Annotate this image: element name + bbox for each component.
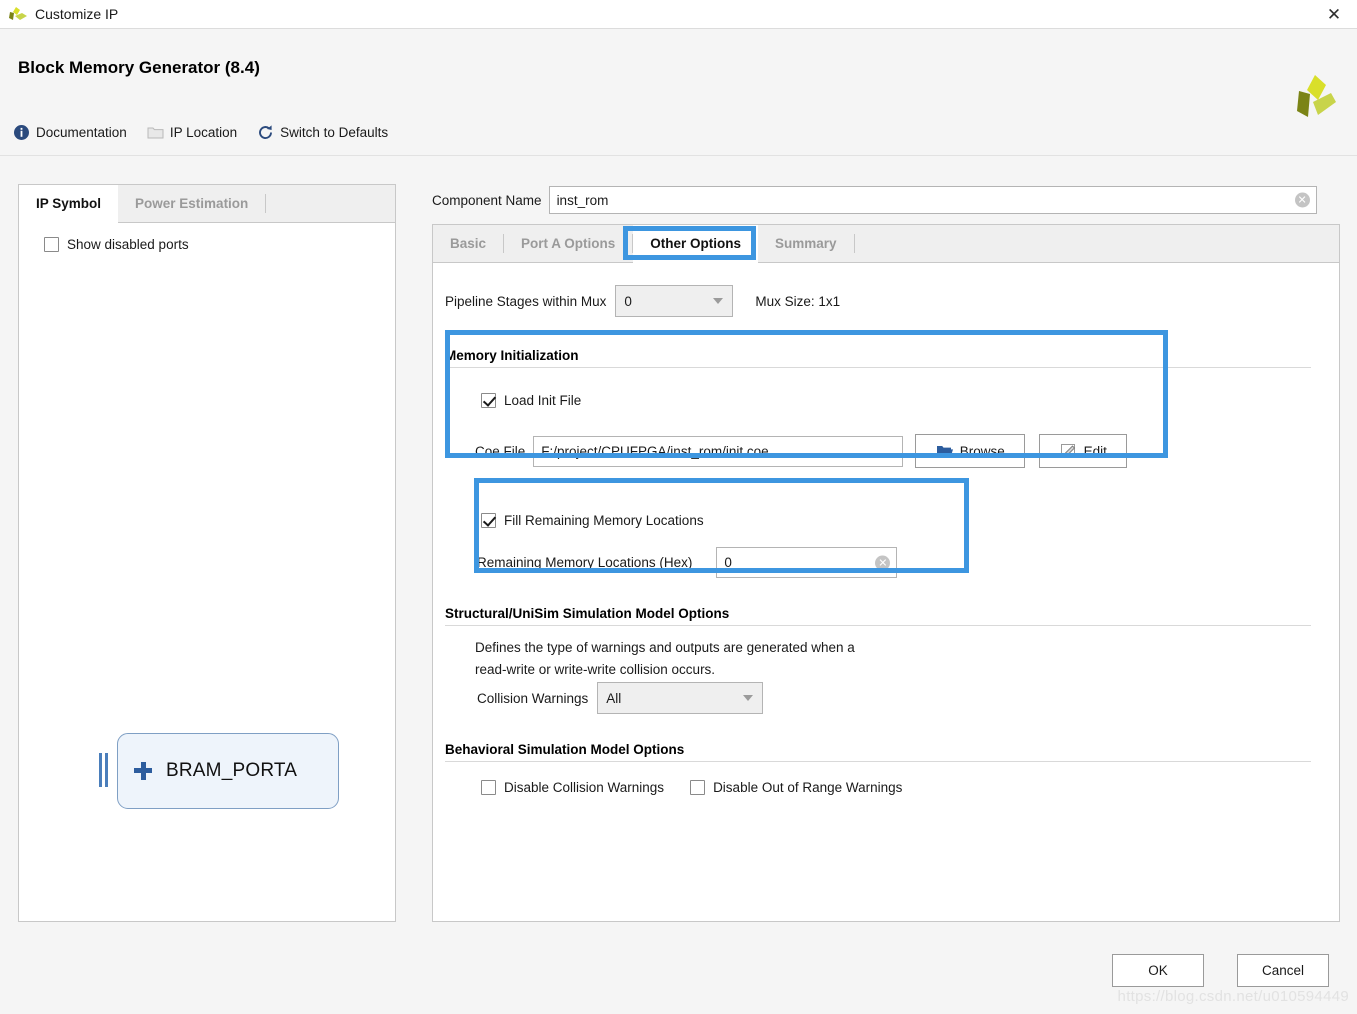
clear-remaining-hex-icon[interactable]: ✕ [875, 555, 891, 570]
documentation-label: Documentation [36, 125, 127, 140]
switch-to-defaults-label: Switch to Defaults [280, 125, 389, 140]
ok-label: OK [1148, 963, 1168, 978]
behavioral-options-row: Disable Collision Warnings Disable Out o… [481, 780, 902, 795]
right-panel-tabs: Basic Port A Options Other Options Summa… [433, 225, 1339, 263]
pencil-icon [1060, 444, 1075, 459]
watermark: https://blog.csdn.net/u010594449 [1117, 988, 1349, 1005]
pipeline-stages-row: Pipeline Stages within Mux 0 Mux Size: 1… [445, 285, 840, 317]
ok-button[interactable]: OK [1112, 954, 1204, 987]
xilinx-logo-icon [1297, 75, 1336, 117]
pipeline-stages-value: 0 [624, 293, 632, 309]
disable-collision-warnings-row[interactable]: Disable Collision Warnings [481, 780, 664, 795]
show-disabled-ports-label: Show disabled ports [67, 237, 189, 252]
disable-collision-warnings-label: Disable Collision Warnings [504, 780, 665, 795]
bram-porta-label: BRAM_PORTA [166, 760, 298, 781]
browse-button[interactable]: Browse [915, 434, 1026, 468]
refresh-icon [259, 125, 273, 139]
clear-component-name-icon[interactable]: ✕ [1294, 192, 1310, 208]
tab-summary[interactable]: Summary [758, 225, 854, 262]
documentation-link[interactable]: Documentation [13, 124, 127, 141]
memory-initialization-heading: Memory Initialization [445, 348, 579, 363]
fill-remaining-label: Fill Remaining Memory Locations [504, 513, 704, 528]
pipeline-stages-select[interactable]: 0 [615, 285, 734, 317]
tab-ip-symbol[interactable]: IP Symbol [19, 185, 119, 223]
coe-file-input[interactable] [534, 436, 903, 466]
fill-remaining-row[interactable]: Fill Remaining Memory Locations [481, 513, 704, 528]
header-toolbar: Documentation IP Location Switch to Defa… [13, 124, 408, 141]
remaining-hex-input[interactable] [717, 548, 897, 577]
window-title: Customize IP [35, 6, 119, 22]
load-init-file-checkbox[interactable] [481, 393, 496, 408]
pipeline-stages-label: Pipeline Stages within Mux [445, 293, 607, 309]
left-panel-tabs: IP Symbol Power Estimation [19, 185, 395, 223]
customize-ip-dialog: Customize IP ✕ Block Memory Generator (8… [0, 0, 1357, 1014]
coe-file-label: Coe File [475, 443, 526, 459]
close-icon[interactable]: ✕ [1311, 0, 1357, 29]
structural-heading: Structural/UniSim Simulation Model Optio… [445, 606, 730, 621]
coe-file-field[interactable] [533, 435, 904, 467]
show-disabled-ports-row[interactable]: Show disabled ports [44, 237, 189, 252]
cancel-label: Cancel [1261, 963, 1305, 978]
ip-location-link[interactable]: IP Location [147, 124, 237, 141]
disable-out-of-range-warnings-checkbox[interactable] [690, 780, 706, 795]
edit-label: Edit [1083, 443, 1107, 459]
component-name-input[interactable] [549, 187, 1316, 213]
behavioral-heading: Behavioral Simulation Model Options [445, 742, 685, 757]
ip-location-label: IP Location [169, 125, 238, 140]
remaining-hex-label: Remaining Memory Locations (Hex) [477, 555, 693, 570]
other-options-content: Pipeline Stages within Mux 0 Mux Size: 1… [433, 263, 1339, 921]
expand-plus-icon[interactable] [134, 762, 152, 780]
chevron-down-icon [743, 695, 754, 701]
fill-remaining-checkbox[interactable] [481, 513, 496, 528]
remaining-hex-field[interactable]: ✕ [716, 547, 898, 578]
load-init-file-label: Load Init File [504, 393, 582, 408]
chevron-down-icon [713, 298, 724, 304]
tab-basic[interactable]: Basic [433, 225, 503, 262]
cancel-button[interactable]: Cancel [1237, 954, 1329, 987]
tab-power-estimation[interactable]: Power Estimation [118, 185, 265, 222]
component-name-label: Component Name [432, 192, 542, 208]
show-disabled-ports-checkbox[interactable] [44, 237, 59, 252]
info-icon [14, 125, 29, 140]
disable-out-of-range-warnings-row[interactable]: Disable Out of Range Warnings [690, 780, 902, 795]
page-title: Block Memory Generator (8.4) [18, 58, 260, 77]
structural-description-line2: read-write or write-write collision occu… [475, 662, 716, 677]
load-init-file-row[interactable]: Load Init File [481, 393, 581, 408]
folder-open-icon [936, 446, 953, 456]
structural-description-line1: Defines the type of warnings and outputs… [475, 640, 855, 655]
section-divider [445, 625, 1311, 626]
mux-size-label: Mux Size: 1x1 [755, 293, 841, 309]
tab-other-options[interactable]: Other Options [633, 225, 759, 263]
options-panel: Basic Port A Options Other Options Summa… [432, 224, 1340, 922]
ip-symbol-panel: IP Symbol Power Estimation Show disabled… [18, 184, 396, 922]
component-name-field[interactable]: ✕ [548, 186, 1317, 214]
xilinx-logo-icon [9, 7, 27, 20]
edit-button[interactable]: Edit [1039, 434, 1128, 468]
title-bar: Customize IP ✕ [0, 0, 1357, 29]
tab-divider [853, 234, 855, 253]
tab-divider [265, 194, 267, 213]
disable-collision-warnings-checkbox[interactable] [481, 780, 496, 795]
collision-warnings-value: All [606, 690, 622, 706]
folder-icon [147, 127, 164, 139]
structural-description: Defines the type of warnings and outputs… [475, 637, 855, 681]
tab-port-a-options[interactable]: Port A Options [504, 225, 632, 262]
header: Block Memory Generator (8.4) Documentati… [0, 29, 1357, 156]
coe-file-row: Coe File Browse Edit [475, 434, 1128, 468]
browse-label: Browse [959, 443, 1005, 459]
collision-warnings-select[interactable]: All [597, 682, 764, 714]
section-divider [445, 761, 1311, 762]
switch-to-defaults-link[interactable]: Switch to Defaults [257, 124, 388, 141]
collision-warnings-row: Collision Warnings All [477, 682, 764, 714]
bus-stub-icon [99, 753, 110, 787]
section-divider [445, 367, 1311, 368]
component-name-row: Component Name ✕ [432, 186, 1317, 214]
bram-porta-block[interactable]: BRAM_PORTA [117, 733, 339, 809]
collision-warnings-label: Collision Warnings [477, 690, 589, 706]
disable-out-of-range-warnings-label: Disable Out of Range Warnings [713, 780, 903, 795]
remaining-hex-row: Remaining Memory Locations (Hex) ✕ [477, 547, 898, 578]
